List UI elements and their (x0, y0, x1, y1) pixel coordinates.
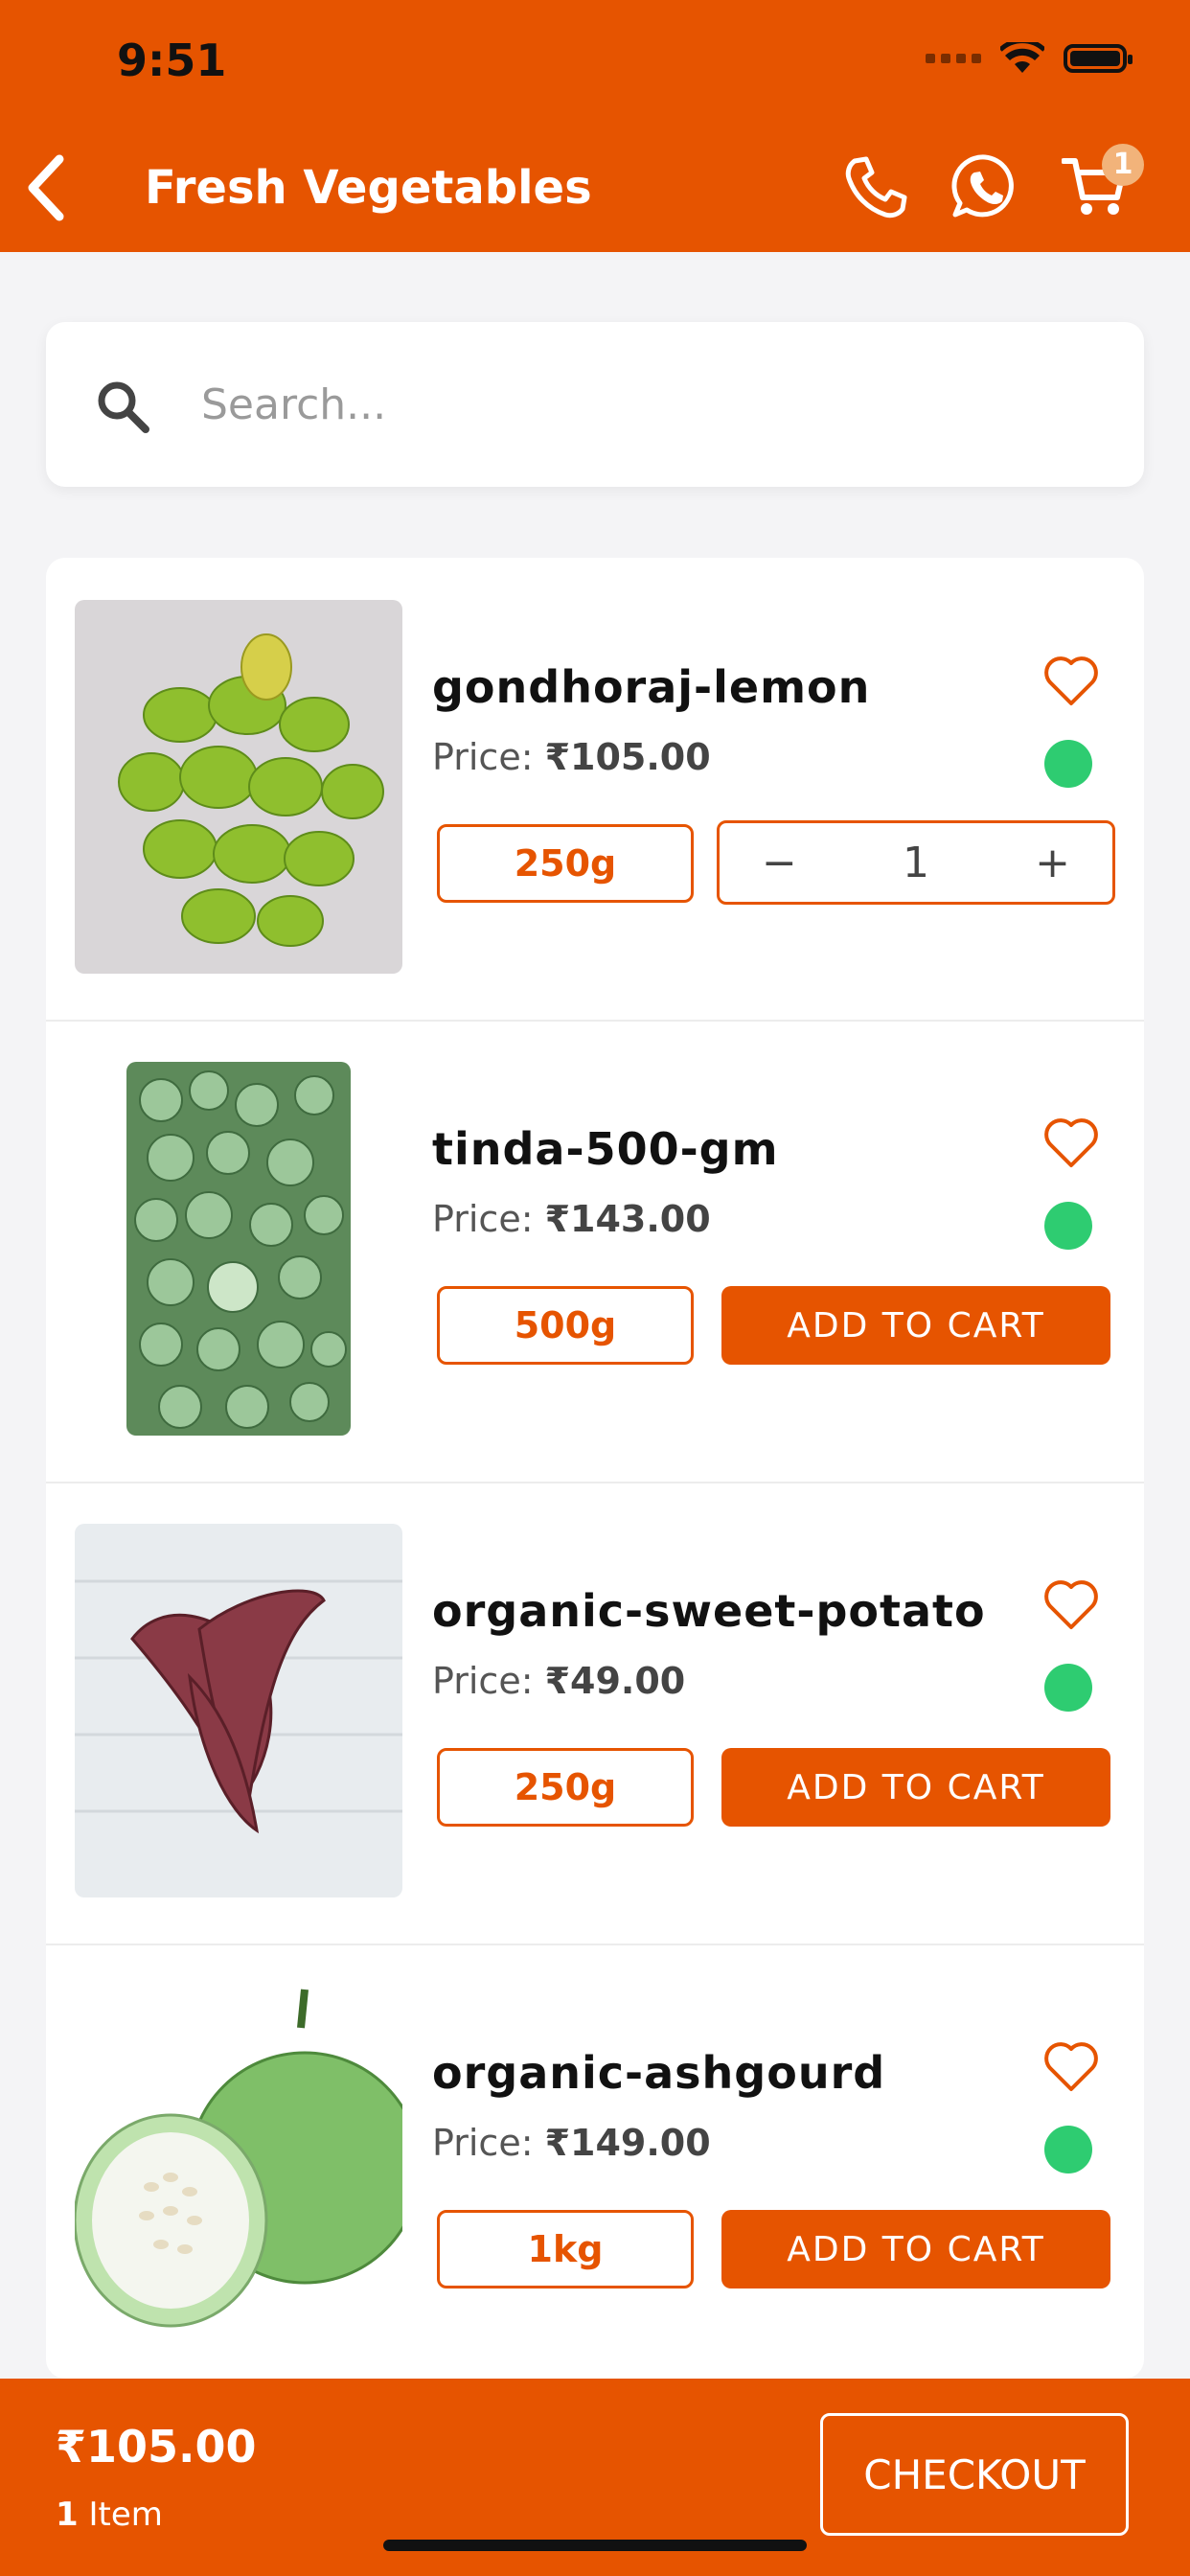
price-label: Price: (432, 2122, 545, 2164)
list-item: organic-ashgourd Price: ₹149.00 1kg ADD … (46, 1944, 1144, 2379)
list-item: tinda-500-gm Price: ₹143.00 500g ADD TO … (46, 1020, 1144, 1484)
item-count-label: Item (78, 2496, 163, 2534)
product-image-sweet-potato (75, 1524, 402, 1898)
availability-dot (1044, 1664, 1092, 1712)
product-price: Price: ₹149.00 (432, 2122, 711, 2164)
product-price: Price: ₹49.00 (432, 1660, 685, 1702)
price-label: Price: (432, 1660, 545, 1702)
back-icon[interactable] (21, 153, 79, 222)
price-value: ₹149.00 (544, 2122, 711, 2164)
app-header: 9:51 Fresh Vegetables 1 (0, 0, 1190, 252)
add-to-cart-button[interactable]: ADD TO CART (721, 2210, 1110, 2288)
weight-selector[interactable]: 250g (437, 824, 694, 903)
product-price: Price: ₹143.00 (432, 1198, 711, 1240)
price-value: ₹143.00 (544, 1198, 711, 1240)
quantity-value: 1 (903, 838, 929, 887)
product-image-tinda (75, 1062, 402, 1436)
price-value: ₹105.00 (544, 736, 711, 778)
cart-total: ₹105.00 (56, 2421, 257, 2472)
item-count-value: 1 (56, 2496, 79, 2534)
price-value: ₹49.00 (544, 1660, 686, 1702)
status-icons (926, 42, 1133, 75)
product-name: organic-ashgourd (432, 2047, 886, 2099)
add-to-cart-button[interactable]: ADD TO CART (721, 1286, 1110, 1365)
wifi-icon (1000, 42, 1044, 73)
product-name: gondhoraj-lemon (432, 661, 871, 713)
heart-icon[interactable] (1042, 2039, 1100, 2093)
phone-icon[interactable] (843, 153, 910, 220)
add-to-cart-button[interactable]: ADD TO CART (721, 1748, 1110, 1827)
heart-icon[interactable] (1042, 1577, 1100, 1631)
search-icon (98, 381, 149, 433)
heart-icon[interactable] (1042, 654, 1100, 707)
search-input[interactable] (199, 370, 1065, 439)
product-name: tinda-500-gm (432, 1123, 779, 1175)
price-label: Price: (432, 1198, 545, 1240)
cart-item-count: 1 Item (56, 2496, 163, 2534)
battery-icon (1064, 44, 1133, 73)
product-image-ashgourd (75, 1986, 402, 2359)
page-title: Fresh Vegetables (145, 161, 592, 215)
price-label: Price: (432, 736, 545, 778)
cart-count-badge: 1 (1102, 144, 1144, 186)
product-name: organic-sweet-potato (432, 1585, 986, 1637)
status-time: 9:51 (117, 34, 227, 86)
list-item: organic-sweet-potato Price: ₹49.00 250g … (46, 1482, 1144, 1945)
weight-selector[interactable]: 1kg (437, 2210, 694, 2288)
product-image-gondhoraj-lemon (75, 600, 402, 974)
search-bar (46, 322, 1144, 487)
weight-selector[interactable]: 250g (437, 1748, 694, 1827)
weight-selector[interactable]: 500g (437, 1286, 694, 1365)
availability-dot (1044, 1202, 1092, 1250)
quantity-stepper: − 1 + (717, 820, 1115, 905)
increment-button[interactable]: + (1035, 839, 1070, 887)
list-item: gondhoraj-lemon Price: ₹105.00 250g − 1 … (46, 558, 1144, 1022)
decrement-button[interactable]: − (762, 839, 797, 887)
whatsapp-icon[interactable] (951, 153, 1018, 220)
product-list: gondhoraj-lemon Price: ₹105.00 250g − 1 … (46, 558, 1144, 2379)
availability-dot (1044, 2126, 1092, 2174)
checkout-button[interactable]: CHECKOUT (820, 2413, 1129, 2536)
cellular-signal-icon (926, 54, 981, 63)
heart-icon[interactable] (1042, 1116, 1100, 1169)
product-price: Price: ₹105.00 (432, 736, 711, 778)
availability-dot (1044, 740, 1092, 788)
home-indicator (383, 2540, 807, 2551)
